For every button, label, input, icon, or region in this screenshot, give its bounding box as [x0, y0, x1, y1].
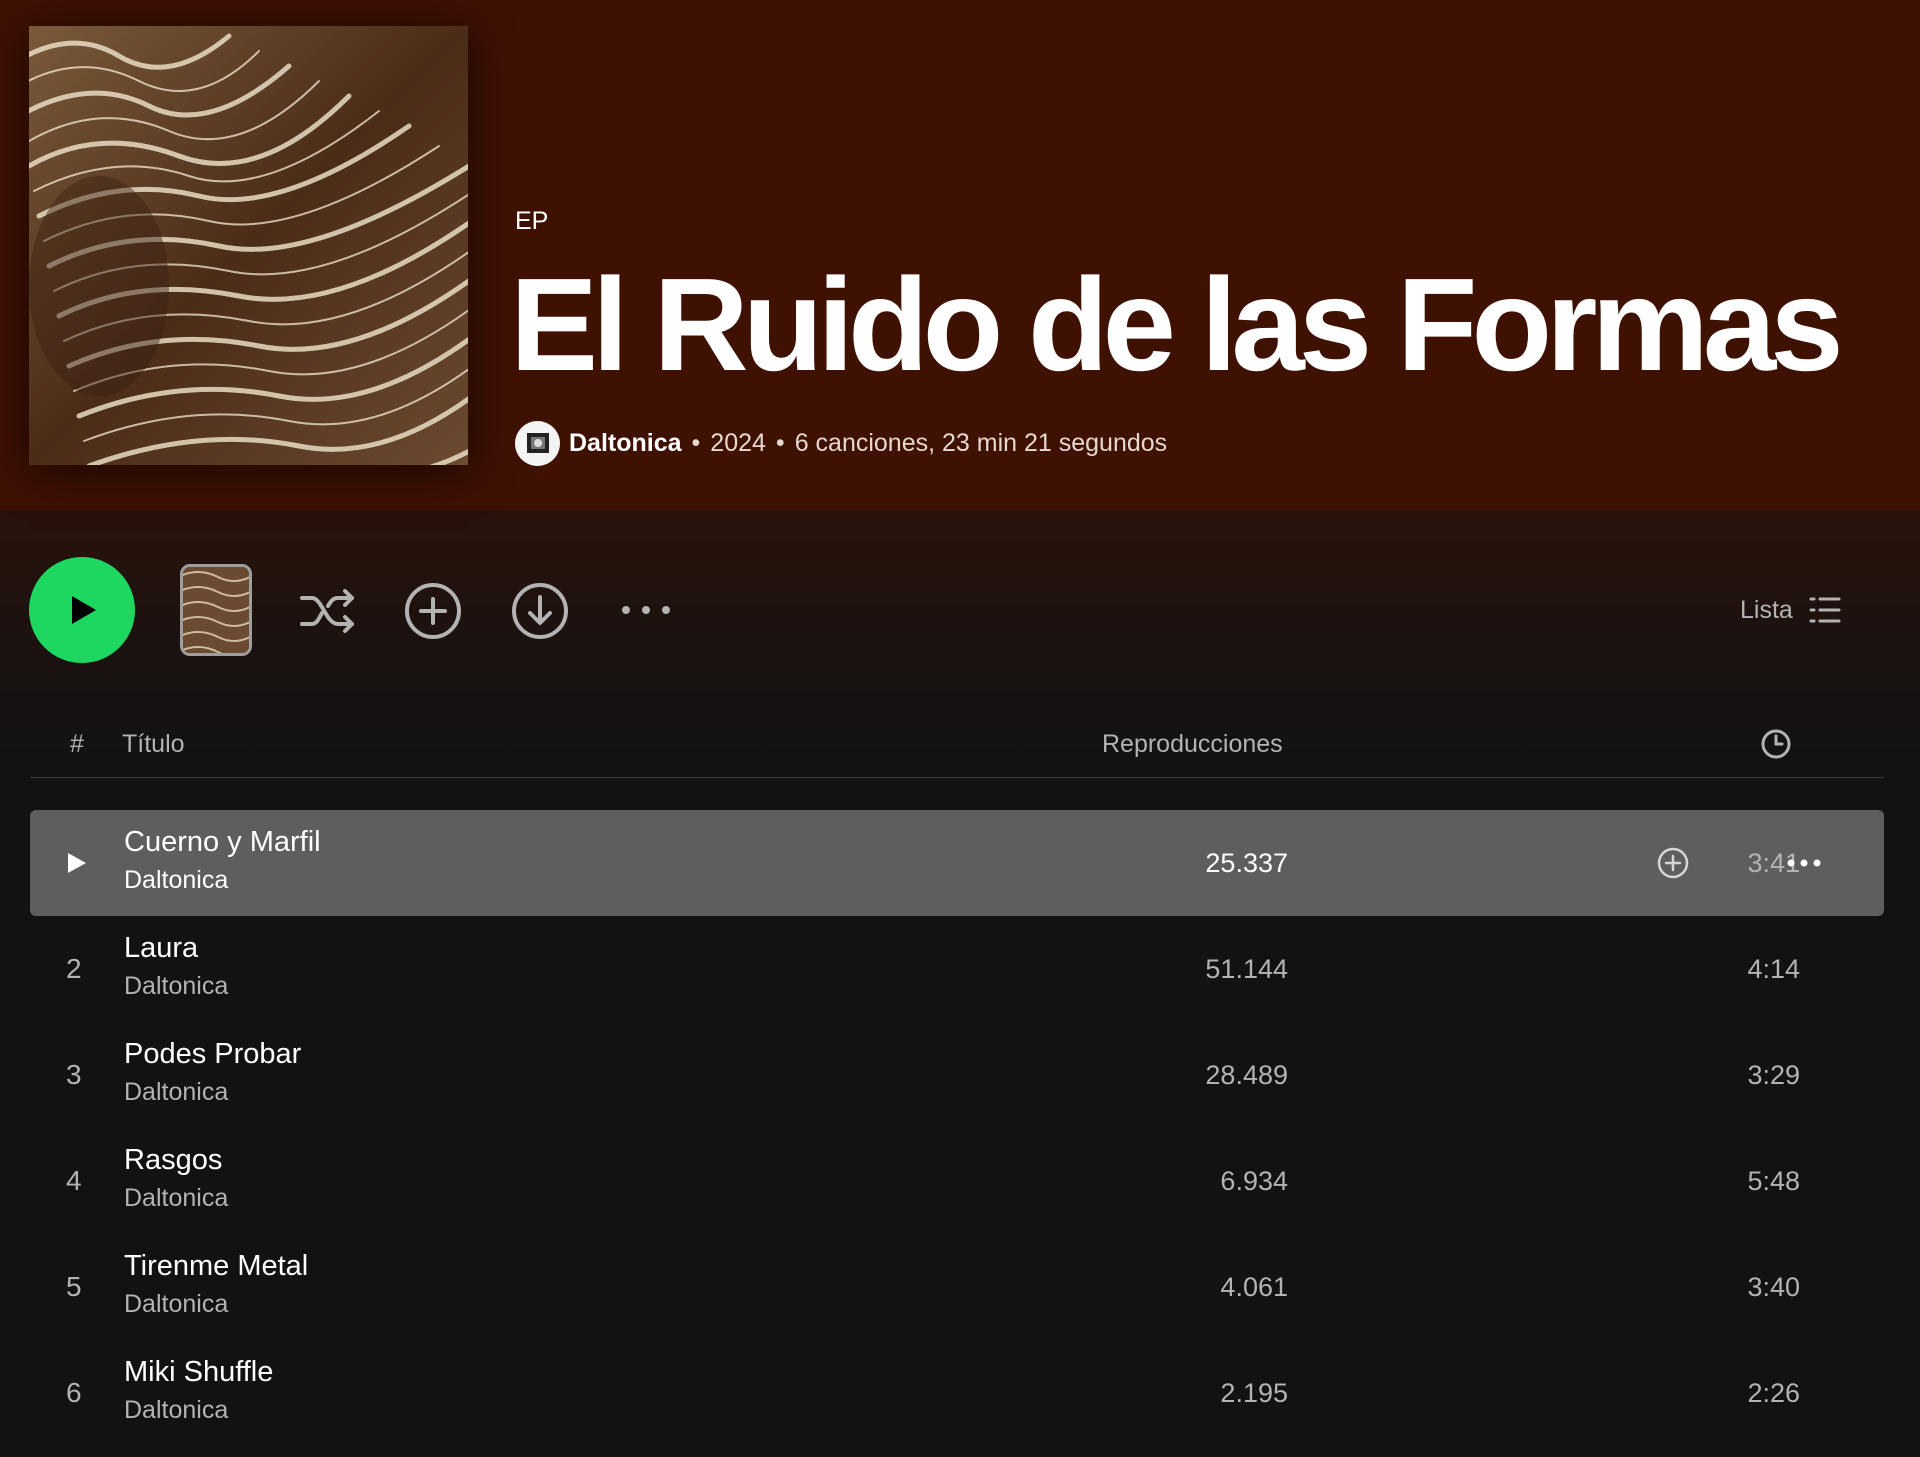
preview-thumbnail[interactable]	[180, 564, 252, 656]
add-to-library-button[interactable]	[404, 582, 462, 640]
track-title[interactable]: Rasgos	[124, 1144, 222, 1177]
track-artist[interactable]: Daltonica	[124, 1184, 228, 1213]
track-plays: 28.489	[1205, 1059, 1288, 1090]
column-title: Título	[122, 730, 185, 758]
track-row[interactable]: 6 Miki Shuffle Daltonica 2.195 2:26	[30, 1340, 1884, 1446]
track-artist[interactable]: Daltonica	[124, 1078, 228, 1107]
shuffle-button[interactable]	[296, 580, 358, 642]
more-horizontal-icon	[622, 606, 670, 614]
album-byline: Daltonica • 2024 • 6 canciones, 23 min 2…	[515, 420, 1167, 466]
track-duration: 5:48	[1747, 1165, 1800, 1196]
shuffle-icon	[300, 589, 354, 633]
track-number: 6	[66, 1377, 82, 1408]
album-title: El Ruido de las Formas	[510, 251, 1844, 398]
column-plays: Reproducciones	[1102, 730, 1283, 758]
track-title[interactable]: Cuerno y Marfil	[124, 826, 321, 859]
track-row[interactable]: 5 Tirenme Metal Daltonica 4.061 3:40	[30, 1234, 1884, 1340]
play-icon	[68, 853, 86, 873]
track-number: 3	[66, 1059, 82, 1090]
track-title[interactable]: Podes Probar	[124, 1038, 301, 1071]
album-summary: 6 canciones, 23 min 21 segundos	[794, 428, 1168, 457]
view-mode-label: Lista	[1740, 595, 1793, 624]
track-title[interactable]: Miki Shuffle	[124, 1356, 273, 1389]
track-artist[interactable]: Daltonica	[124, 972, 228, 1001]
track-title[interactable]: Laura	[124, 932, 198, 965]
download-button[interactable]	[511, 582, 569, 640]
tracklist-header: # Título Reproducciones	[30, 722, 1884, 778]
release-year: 2024	[710, 428, 766, 457]
add-circle-icon	[405, 583, 461, 639]
clock-icon	[1761, 729, 1791, 759]
track-number: 5	[66, 1271, 82, 1302]
track-duration: 4:14	[1747, 953, 1800, 984]
view-mode-toggle[interactable]: Lista	[1740, 590, 1841, 630]
add-circle-icon	[1657, 847, 1689, 879]
byline-separator: •	[775, 428, 785, 457]
track-artist[interactable]: Daltonica	[124, 866, 228, 895]
track-title[interactable]: Tirenme Metal	[124, 1250, 308, 1283]
track-artist[interactable]: Daltonica	[124, 1396, 228, 1425]
track-row[interactable]: 3 Podes Probar Daltonica 28.489 3:29	[30, 1022, 1884, 1128]
track-plays: 2.195	[1220, 1377, 1288, 1408]
track-plays: 4.061	[1220, 1271, 1288, 1302]
album-page: EP El Ruido de las Formas Daltonica • 20…	[0, 0, 1920, 1457]
track-duration: 3:29	[1747, 1059, 1800, 1090]
track-play-button[interactable]	[66, 810, 106, 916]
album-type-label: EP	[515, 207, 549, 235]
track-number: 2	[66, 953, 82, 984]
track-row[interactable]: 2 Laura Daltonica 51.144 4:14	[30, 916, 1884, 1022]
artist-link[interactable]: Daltonica	[569, 429, 682, 458]
track-more-button[interactable]	[1784, 848, 1824, 878]
more-options-button[interactable]	[620, 595, 672, 625]
track-duration: 2:26	[1747, 1377, 1800, 1408]
more-horizontal-icon	[1787, 859, 1821, 867]
track-plays: 51.144	[1205, 953, 1288, 984]
play-icon	[72, 596, 96, 624]
track-number: 4	[66, 1165, 82, 1196]
byline-separator: •	[691, 428, 701, 457]
column-duration	[1760, 728, 1792, 767]
play-button[interactable]	[29, 557, 135, 663]
album-cover	[29, 26, 468, 465]
column-number: #	[70, 730, 84, 758]
track-plays: 6.934	[1220, 1165, 1288, 1196]
list-view-icon	[1809, 597, 1841, 623]
artist-avatar[interactable]	[515, 420, 560, 466]
track-artist[interactable]: Daltonica	[124, 1290, 228, 1319]
track-row[interactable]: 4 Rasgos Daltonica 6.934 5:48	[30, 1128, 1884, 1234]
track-plays: 25.337	[1205, 847, 1288, 878]
download-icon	[512, 583, 568, 639]
track-row[interactable]: Cuerno y Marfil Daltonica 25.337 3:41	[30, 810, 1884, 916]
track-add-button[interactable]	[1656, 846, 1690, 880]
track-duration: 3:40	[1747, 1271, 1800, 1302]
